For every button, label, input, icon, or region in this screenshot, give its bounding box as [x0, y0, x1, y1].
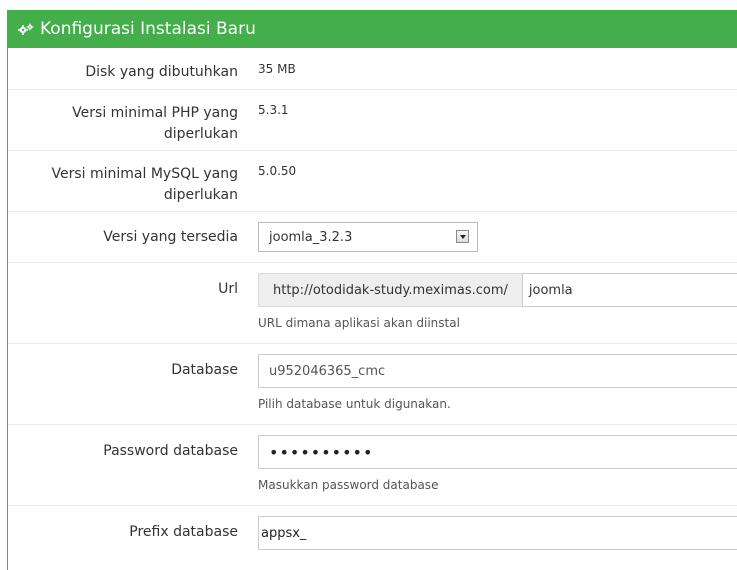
mysql-value: 5.0.50: [258, 164, 297, 178]
row-mysql: Versi minimal MySQL yang diperlukan 5.0.…: [8, 150, 737, 211]
row-version: Versi yang tersedia joomla_3.2.3: [8, 211, 737, 262]
row-url: Url http://otodidak-study.meximas.com/ j…: [8, 262, 737, 343]
row-password: Password database •••••••••• Masukkan pa…: [8, 424, 737, 505]
password-help-text: Masukkan password database: [258, 478, 439, 492]
php-value: 5.3.1: [258, 103, 289, 117]
prefix-label: Prefix database: [129, 524, 238, 540]
php-label-line2: diperlukan: [163, 126, 238, 142]
database-input[interactable]: u952046365_cmc: [258, 354, 737, 388]
password-label: Password database: [103, 443, 238, 459]
row-disk: Disk yang dibutuhkan 35 MB: [8, 48, 737, 89]
dropdown-arrow-icon[interactable]: [456, 230, 469, 243]
url-input[interactable]: joomla: [521, 273, 737, 307]
version-label: Versi yang tersedia: [103, 229, 238, 245]
url-label: Url: [218, 281, 238, 297]
version-select-value: joomla_3.2.3: [269, 229, 353, 245]
mysql-label-line1: Versi minimal MySQL yang: [51, 166, 238, 182]
panel-header: Konfigurasi Instalasi Baru: [8, 10, 737, 48]
mysql-label: Versi minimal MySQL yang diperlukan: [8, 151, 238, 211]
prefix-input[interactable]: appsx_: [258, 516, 737, 550]
url-input-group: http://otodidak-study.meximas.com/ jooml…: [258, 273, 737, 307]
password-input[interactable]: ••••••••••: [258, 435, 737, 469]
database-label: Database: [171, 362, 238, 378]
disk-label: Disk yang dibutuhkan: [85, 64, 238, 80]
version-select[interactable]: joomla_3.2.3: [258, 222, 478, 252]
panel-title: Konfigurasi Instalasi Baru: [40, 19, 256, 39]
disk-value: 35 MB: [258, 62, 296, 76]
url-help-text: URL dimana aplikasi akan diinstal: [258, 316, 460, 330]
php-label-line1: Versi minimal PHP yang: [72, 105, 238, 121]
row-php: Versi minimal PHP yang diperlukan 5.3.1: [8, 89, 737, 150]
row-database: Database u952046365_cmc Pilih database u…: [8, 343, 737, 424]
url-prefix: http://otodidak-study.meximas.com/: [258, 273, 522, 307]
install-config-panel: Konfigurasi Instalasi Baru Disk yang dib…: [7, 10, 737, 570]
row-prefix: Prefix database appsx_: [8, 505, 737, 565]
php-label: Versi minimal PHP yang diperlukan: [8, 90, 238, 150]
password-mask: ••••••••••: [269, 442, 374, 462]
mysql-label-line2: diperlukan: [163, 187, 238, 203]
database-help-text: Pilih database untuk digunakan.: [258, 397, 451, 411]
cogs-icon: [18, 22, 36, 36]
